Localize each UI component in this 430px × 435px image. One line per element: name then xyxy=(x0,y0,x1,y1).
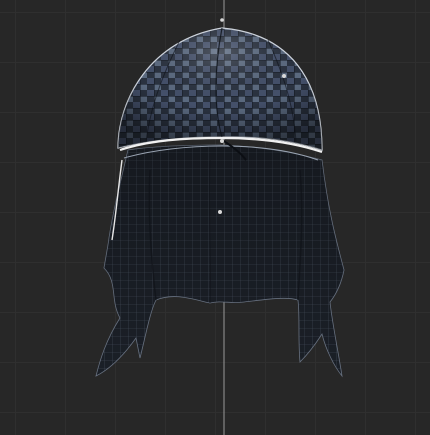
vertex-marker-icon[interactable] xyxy=(220,18,224,22)
cap-crown-mesh[interactable] xyxy=(117,27,323,151)
scene xyxy=(95,0,345,435)
cloth-drape-mesh[interactable] xyxy=(95,144,345,378)
vertex-marker-icon[interactable] xyxy=(218,210,222,214)
vertex-marker-icon[interactable] xyxy=(282,74,286,78)
vertex-marker-icon[interactable] xyxy=(220,139,224,143)
3d-viewport[interactable] xyxy=(0,0,430,435)
